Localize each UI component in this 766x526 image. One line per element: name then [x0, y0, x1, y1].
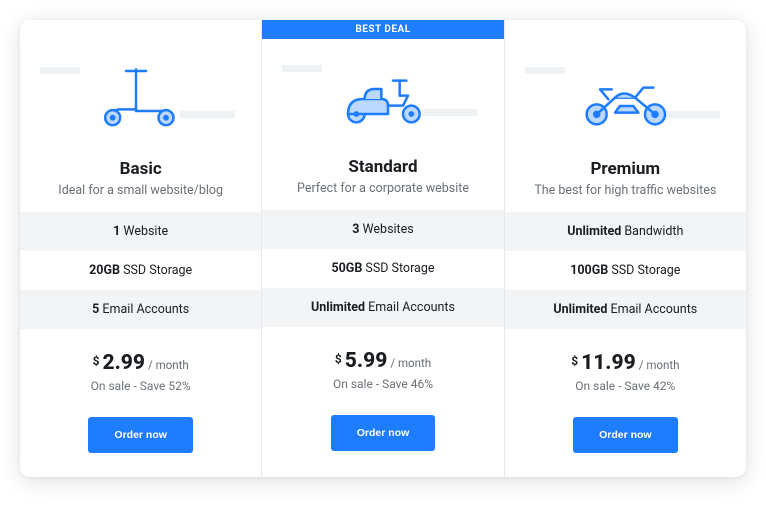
plan-subtitle: The best for high traffic websites	[513, 183, 738, 198]
feature-row: 20GB SSD Storage	[20, 251, 261, 290]
order-button[interactable]: Order now	[573, 417, 678, 453]
plan-subtitle: Perfect for a corporate website	[270, 181, 495, 196]
best-deal-badge: BEST DEAL	[262, 20, 503, 39]
plan-basic: Basic Ideal for a small website/blog 1 W…	[20, 20, 261, 477]
price: $ 5.99 / month	[335, 349, 431, 373]
badge-placeholder	[20, 20, 261, 41]
order-button[interactable]: Order now	[331, 415, 436, 451]
feature-row: Unlimited Email Accounts	[262, 288, 503, 327]
pricing-table: Basic Ideal for a small website/blog 1 W…	[20, 20, 746, 477]
sale-text: On sale - Save 42%	[513, 379, 738, 393]
scooter-icon	[20, 41, 261, 151]
feature-row: 5 Email Accounts	[20, 290, 261, 329]
feature-row: 100GB SSD Storage	[505, 251, 746, 290]
plan-title: Standard	[270, 157, 495, 177]
price: $ 2.99 / month	[93, 351, 189, 375]
feature-row: Unlimited Email Accounts	[505, 290, 746, 329]
badge-placeholder	[505, 20, 746, 41]
order-button[interactable]: Order now	[88, 417, 193, 453]
feature-row: 1 Website	[20, 212, 261, 251]
plan-premium: Premium The best for high traffic websit…	[504, 20, 746, 477]
plan-title: Basic	[28, 159, 253, 179]
plan-title: Premium	[513, 159, 738, 179]
sale-text: On sale - Save 52%	[28, 379, 253, 393]
price: $ 11.99 / month	[571, 351, 679, 375]
sale-text: On sale - Save 46%	[270, 377, 495, 391]
plan-standard: BEST DEAL Standard Perfect for a corpora…	[261, 20, 503, 477]
feature-row: Unlimited Bandwidth	[505, 212, 746, 251]
motorcycle-icon	[505, 41, 746, 151]
plan-subtitle: Ideal for a small website/blog	[28, 183, 253, 198]
feature-row: 3 Websites	[262, 210, 503, 249]
moped-icon	[262, 39, 503, 149]
feature-row: 50GB SSD Storage	[262, 249, 503, 288]
